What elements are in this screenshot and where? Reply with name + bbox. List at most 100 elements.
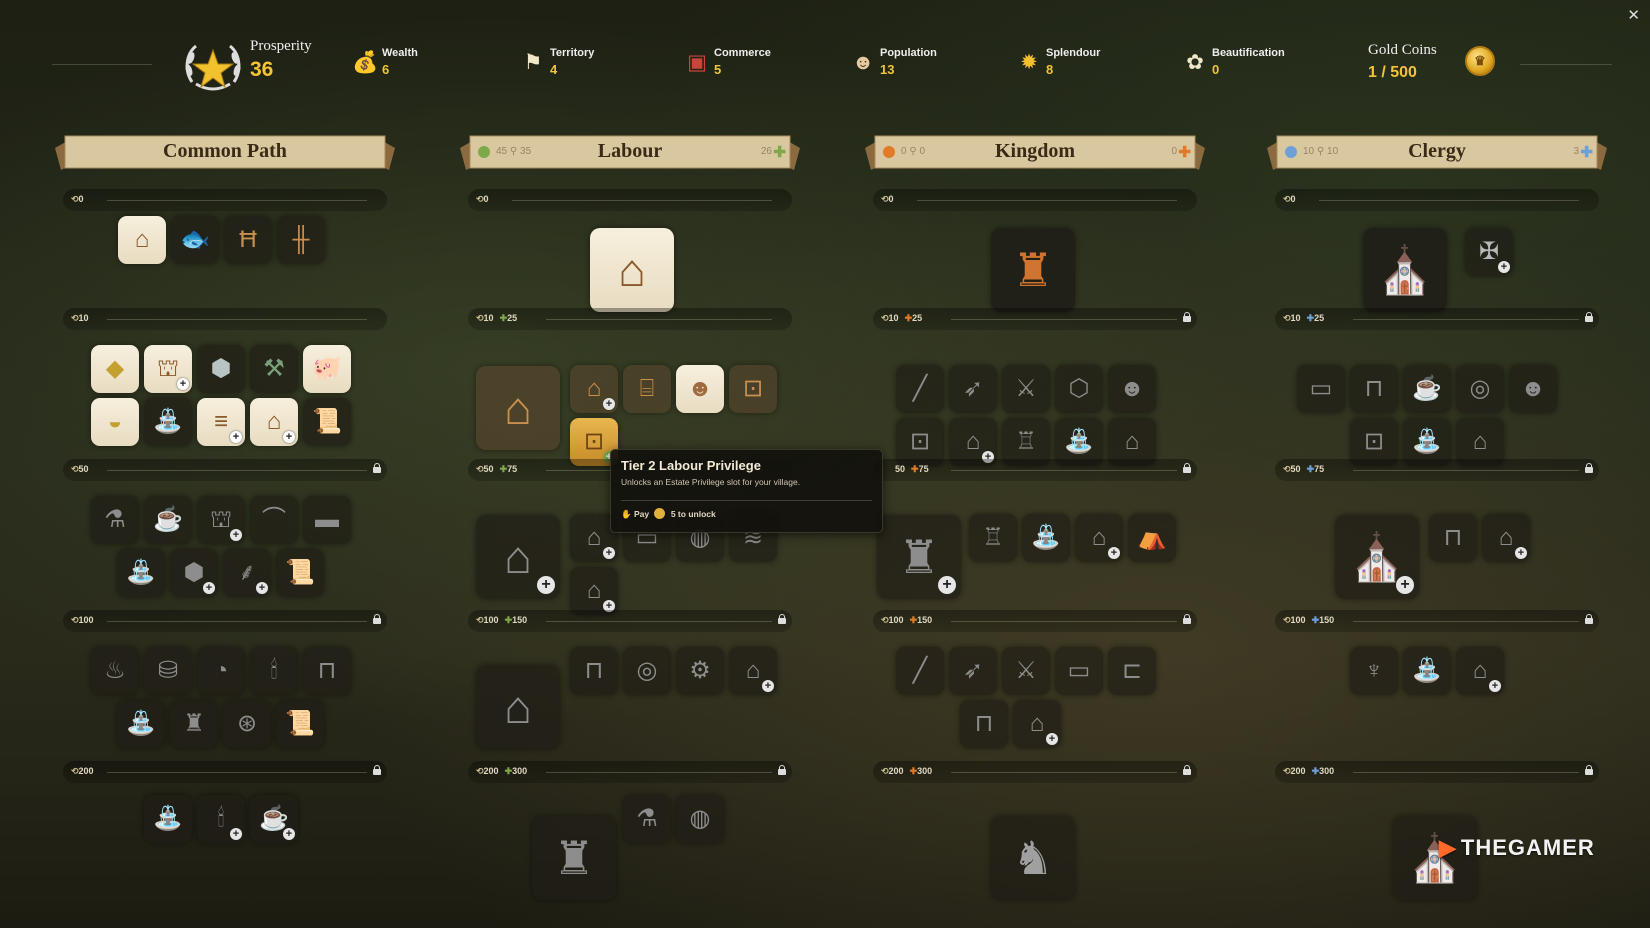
perk-slot[interactable]: ◎ — [623, 647, 671, 695]
perk-slot[interactable]: ✠ + — [1465, 228, 1513, 276]
knight-statue-icon: ♞ — [1012, 832, 1054, 884]
perk-slot-workshop[interactable]: ⌂ — [118, 216, 166, 264]
perk-slot[interactable]: ⊛ — [223, 700, 271, 748]
perk-slot[interactable]: ⊓ — [1350, 365, 1398, 413]
plus-icon: + — [283, 828, 295, 840]
perk-slot-fish[interactable]: 🐟 — [171, 216, 219, 264]
perk-slot-labour-hall[interactable]: ⌂ — [590, 228, 674, 312]
perk-slot[interactable]: ♞ — [991, 816, 1075, 900]
tooltip-description: Unlocks an Estate Privilege slot for you… — [621, 477, 801, 487]
tier-req-value: 0 — [78, 194, 84, 204]
perk-slot[interactable]: ⊓ — [570, 647, 618, 695]
perk-slot[interactable]: ⌂ — [476, 665, 560, 749]
perk-slot-stall[interactable]: ⛫ + — [144, 345, 192, 393]
perk-slot[interactable]: ⌒ — [250, 496, 298, 544]
perk-slot[interactable]: ⚗ — [623, 795, 671, 843]
perk-slot-logs[interactable]: ≡ + — [197, 398, 245, 446]
perk-slot[interactable]: ☕ + — [250, 795, 298, 843]
perk-slot-pig[interactable]: 🐖 — [303, 345, 351, 393]
perk-slot[interactable]: ▭ — [1297, 365, 1345, 413]
perk-slot[interactable]: ⛁ — [144, 647, 192, 695]
candle-icon: 🕯 — [270, 657, 278, 684]
perk-slot-stone[interactable]: ⬢ — [197, 345, 245, 393]
plus-icon: + — [537, 576, 555, 594]
perk-slot[interactable]: ☻ — [1108, 365, 1156, 413]
perk-slot-worker[interactable]: ☻ — [676, 365, 724, 413]
tier-requirement: ⟲200 ✚300 — [1283, 766, 1335, 776]
perk-slot[interactable]: ⌂ + — [1456, 647, 1504, 695]
perk-slot[interactable]: ⸙ + — [223, 549, 271, 597]
perk-slot[interactable]: ⛲ — [117, 700, 165, 748]
perk-slot[interactable]: ⊓ — [960, 700, 1008, 748]
perk-slot[interactable]: ⬢ + — [170, 549, 218, 597]
perk-slot[interactable]: ⬡ — [1055, 365, 1103, 413]
perk-slot-fountain[interactable]: ⛲ — [144, 398, 192, 446]
perk-slot-house[interactable]: ⌂ + — [250, 398, 298, 446]
perk-slot[interactable]: ☻ — [1509, 365, 1557, 413]
tier-req-value: 0 — [1290, 194, 1296, 204]
perk-slot[interactable]: ♖ — [969, 514, 1017, 562]
perk-slot-cathedral[interactable]: ⛪ — [1363, 228, 1447, 312]
perk-slot[interactable]: ♜ + — [877, 515, 961, 599]
perk-slot[interactable]: ⚔ — [1002, 365, 1050, 413]
perk-slot[interactable]: ➶ — [949, 365, 997, 413]
perk-slot[interactable]: ☕ — [144, 496, 192, 544]
perk-slot[interactable]: ☕ — [1403, 365, 1451, 413]
perk-slot[interactable]: ⌂ + — [570, 365, 618, 413]
perk-slot[interactable]: ◍ — [676, 795, 724, 843]
perk-slot-scroll[interactable]: 📜 — [303, 398, 351, 446]
perk-slot-tools[interactable]: ⚒ — [250, 345, 298, 393]
perk-slot[interactable]: ⛲ — [144, 795, 192, 843]
perk-slot[interactable]: ▬ — [303, 496, 351, 544]
tier-requirement: 50 ✚75 — [895, 464, 929, 474]
perk-slot-bridge[interactable]: Ħ — [224, 216, 272, 264]
perk-slot[interactable]: ◎ — [1456, 365, 1504, 413]
perk-slot[interactable]: ⛪ + — [1335, 515, 1419, 599]
perk-slot[interactable]: ⛺ — [1128, 514, 1176, 562]
perk-slot[interactable]: ♆ — [1350, 647, 1398, 695]
perk-slot[interactable]: ⛲ — [117, 549, 165, 597]
column-title: Common Path — [163, 140, 287, 162]
perk-slot[interactable]: ⊓ — [303, 647, 351, 695]
perk-slot-kingdom-keep[interactable]: ♜ — [991, 228, 1075, 312]
perk-slot[interactable]: ⚗ — [91, 496, 139, 544]
perk-slot[interactable]: ⊓ — [1429, 514, 1477, 562]
perk-slot[interactable]: ⌂ + — [476, 515, 560, 599]
clergy-plus-icon: ✚ — [1580, 144, 1593, 161]
perk-slot[interactable]: ▭ — [1055, 647, 1103, 695]
perk-slot[interactable]: ⛫ + — [197, 496, 245, 544]
fountain-icon: ⛲ — [153, 805, 183, 832]
perk-slot[interactable]: 📜 — [276, 700, 324, 748]
perk-slot[interactable]: ⚙ — [676, 647, 724, 695]
perk-slot[interactable]: ⌸ — [623, 365, 671, 413]
perk-slot-ore[interactable]: ◆ — [91, 345, 139, 393]
perk-slot[interactable]: ╱ — [896, 365, 944, 413]
perk-slot-bread[interactable]: ◒ — [91, 398, 139, 446]
perk-slot[interactable]: ◔ — [197, 647, 245, 695]
perk-slot[interactable]: ⊏ — [1108, 647, 1156, 695]
header-divider — [1520, 64, 1612, 65]
perk-slot[interactable]: ⌂ + — [1482, 514, 1530, 562]
perk-slot[interactable]: ⌂ + — [1013, 700, 1061, 748]
perk-slot[interactable]: ♨ — [91, 647, 139, 695]
perk-slot[interactable]: ⌂ + — [729, 647, 777, 695]
gold-coins-display: Gold Coins 1 / 500 ♛ — [1368, 40, 1498, 90]
tier-requirement: ⟲0 — [476, 194, 489, 204]
perk-slot[interactable]: 🕯 + — [197, 795, 245, 843]
perk-slot[interactable]: ♜ — [532, 816, 616, 900]
perk-slot[interactable]: 🕯 — [250, 647, 298, 695]
stone-icon: ⬢ — [210, 355, 232, 382]
perk-slot[interactable]: ⊡ — [729, 365, 777, 413]
perk-slot[interactable]: ⛲ — [1022, 514, 1070, 562]
perk-slot-labour-house[interactable]: ⌂ — [476, 366, 560, 450]
perk-slot[interactable]: 📜 — [276, 549, 324, 597]
tent-icon: ⛺ — [1137, 524, 1167, 551]
perk-slot[interactable]: ⌂ + — [1075, 514, 1123, 562]
perk-slot[interactable]: ⌂ + — [570, 567, 618, 615]
perk-slot[interactable]: ╱ — [896, 647, 944, 695]
perk-slot[interactable]: ♜ — [170, 700, 218, 748]
perk-slot[interactable]: ➶ — [949, 647, 997, 695]
perk-slot[interactable]: ⛲ — [1403, 647, 1451, 695]
perk-slot-fence[interactable]: ╫ — [277, 216, 325, 264]
perk-slot[interactable]: ⚔ — [1002, 647, 1050, 695]
